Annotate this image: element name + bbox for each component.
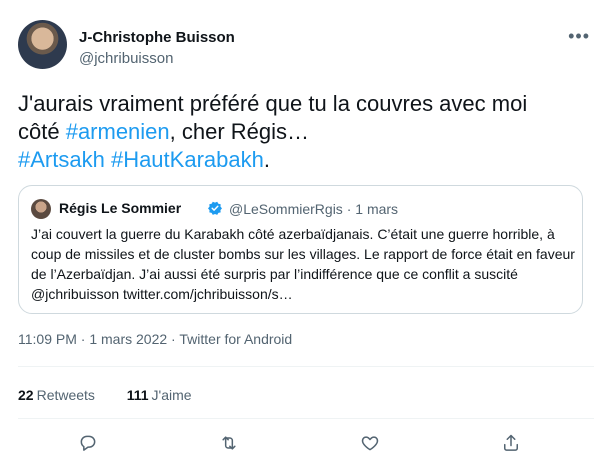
meta-separator: · — [76, 331, 90, 347]
tweet-time[interactable]: 11:09 PM — [18, 331, 77, 347]
tweet-source[interactable]: Twitter for Android — [179, 331, 292, 347]
quoted-date: 1 mars — [355, 201, 399, 217]
hashtag-hautkarabakh[interactable]: #HautKarabakh — [111, 147, 264, 172]
reply-button[interactable] — [73, 428, 103, 458]
author-avatar[interactable] — [18, 20, 67, 69]
quoted-tweet[interactable]: Régis Le Sommier @LeSommierRgis · 1 mars… — [18, 185, 583, 314]
tweet-line: #Artsakh #HautKarabakh. — [18, 146, 588, 174]
tweet-line: J'aurais vraiment préféré que tu la couv… — [18, 90, 588, 118]
tweet-line-1: J'aurais vraiment préféré que tu la couv… — [18, 91, 528, 116]
share-button[interactable] — [496, 428, 526, 458]
author-handle[interactable]: @jchribuisson — [79, 50, 173, 67]
tweet-text: J'aurais vraiment préféré que tu la couv… — [18, 90, 588, 174]
tweet-line-3-suffix: . — [263, 147, 270, 172]
likes-label: J'aime — [151, 387, 192, 403]
retweets-stat[interactable]: 22 Retweets — [18, 387, 95, 403]
tweet-stats: 22 Retweets 111 J'aime — [18, 387, 192, 403]
reply-icon — [80, 435, 96, 451]
retweets-label: Retweets — [36, 387, 95, 403]
retweets-count: 22 — [18, 387, 34, 403]
tweet-meta: 11:09 PM · 1 mars 2022 · Twitter for And… — [18, 331, 292, 347]
tweet-date[interactable]: 1 mars 2022 — [89, 331, 167, 347]
quoted-separator: · — [342, 201, 356, 217]
quoted-text: J’ai couvert la guerre du Karabakh côté … — [31, 226, 575, 302]
verified-icon — [208, 201, 222, 215]
retweet-button[interactable] — [214, 428, 244, 458]
retweet-icon — [222, 436, 236, 450]
quoted-author-avatar — [31, 199, 51, 219]
divider — [18, 366, 594, 367]
likes-count: 111 — [126, 387, 149, 403]
like-icon — [361, 436, 379, 451]
quoted-meta: @LeSommierRgis · 1 mars — [229, 201, 398, 217]
action-bar — [0, 428, 612, 458]
tweet-line-2-suffix: , cher Régis… — [169, 119, 310, 144]
tweet-line-2-prefix: côté — [18, 119, 66, 144]
divider — [18, 418, 594, 419]
quoted-handle: @LeSommierRgis — [229, 201, 343, 217]
author-name[interactable]: J-Christophe Buisson — [79, 29, 235, 46]
hashtag-artsakh[interactable]: #Artsakh — [18, 147, 105, 172]
more-icon[interactable]: ••• — [568, 26, 590, 47]
likes-stat[interactable]: 111 J'aime — [127, 387, 192, 403]
tweet-header: J-Christophe Buisson @jchribuisson ••• — [18, 20, 594, 70]
quoted-author-name: Régis Le Sommier — [59, 200, 182, 216]
meta-separator: · — [167, 331, 180, 347]
like-button[interactable] — [355, 428, 385, 458]
tweet-line: côté #armenien, cher Régis… — [18, 118, 588, 146]
hashtag-armenien[interactable]: #armenien — [66, 119, 170, 144]
share-icon — [504, 434, 518, 451]
